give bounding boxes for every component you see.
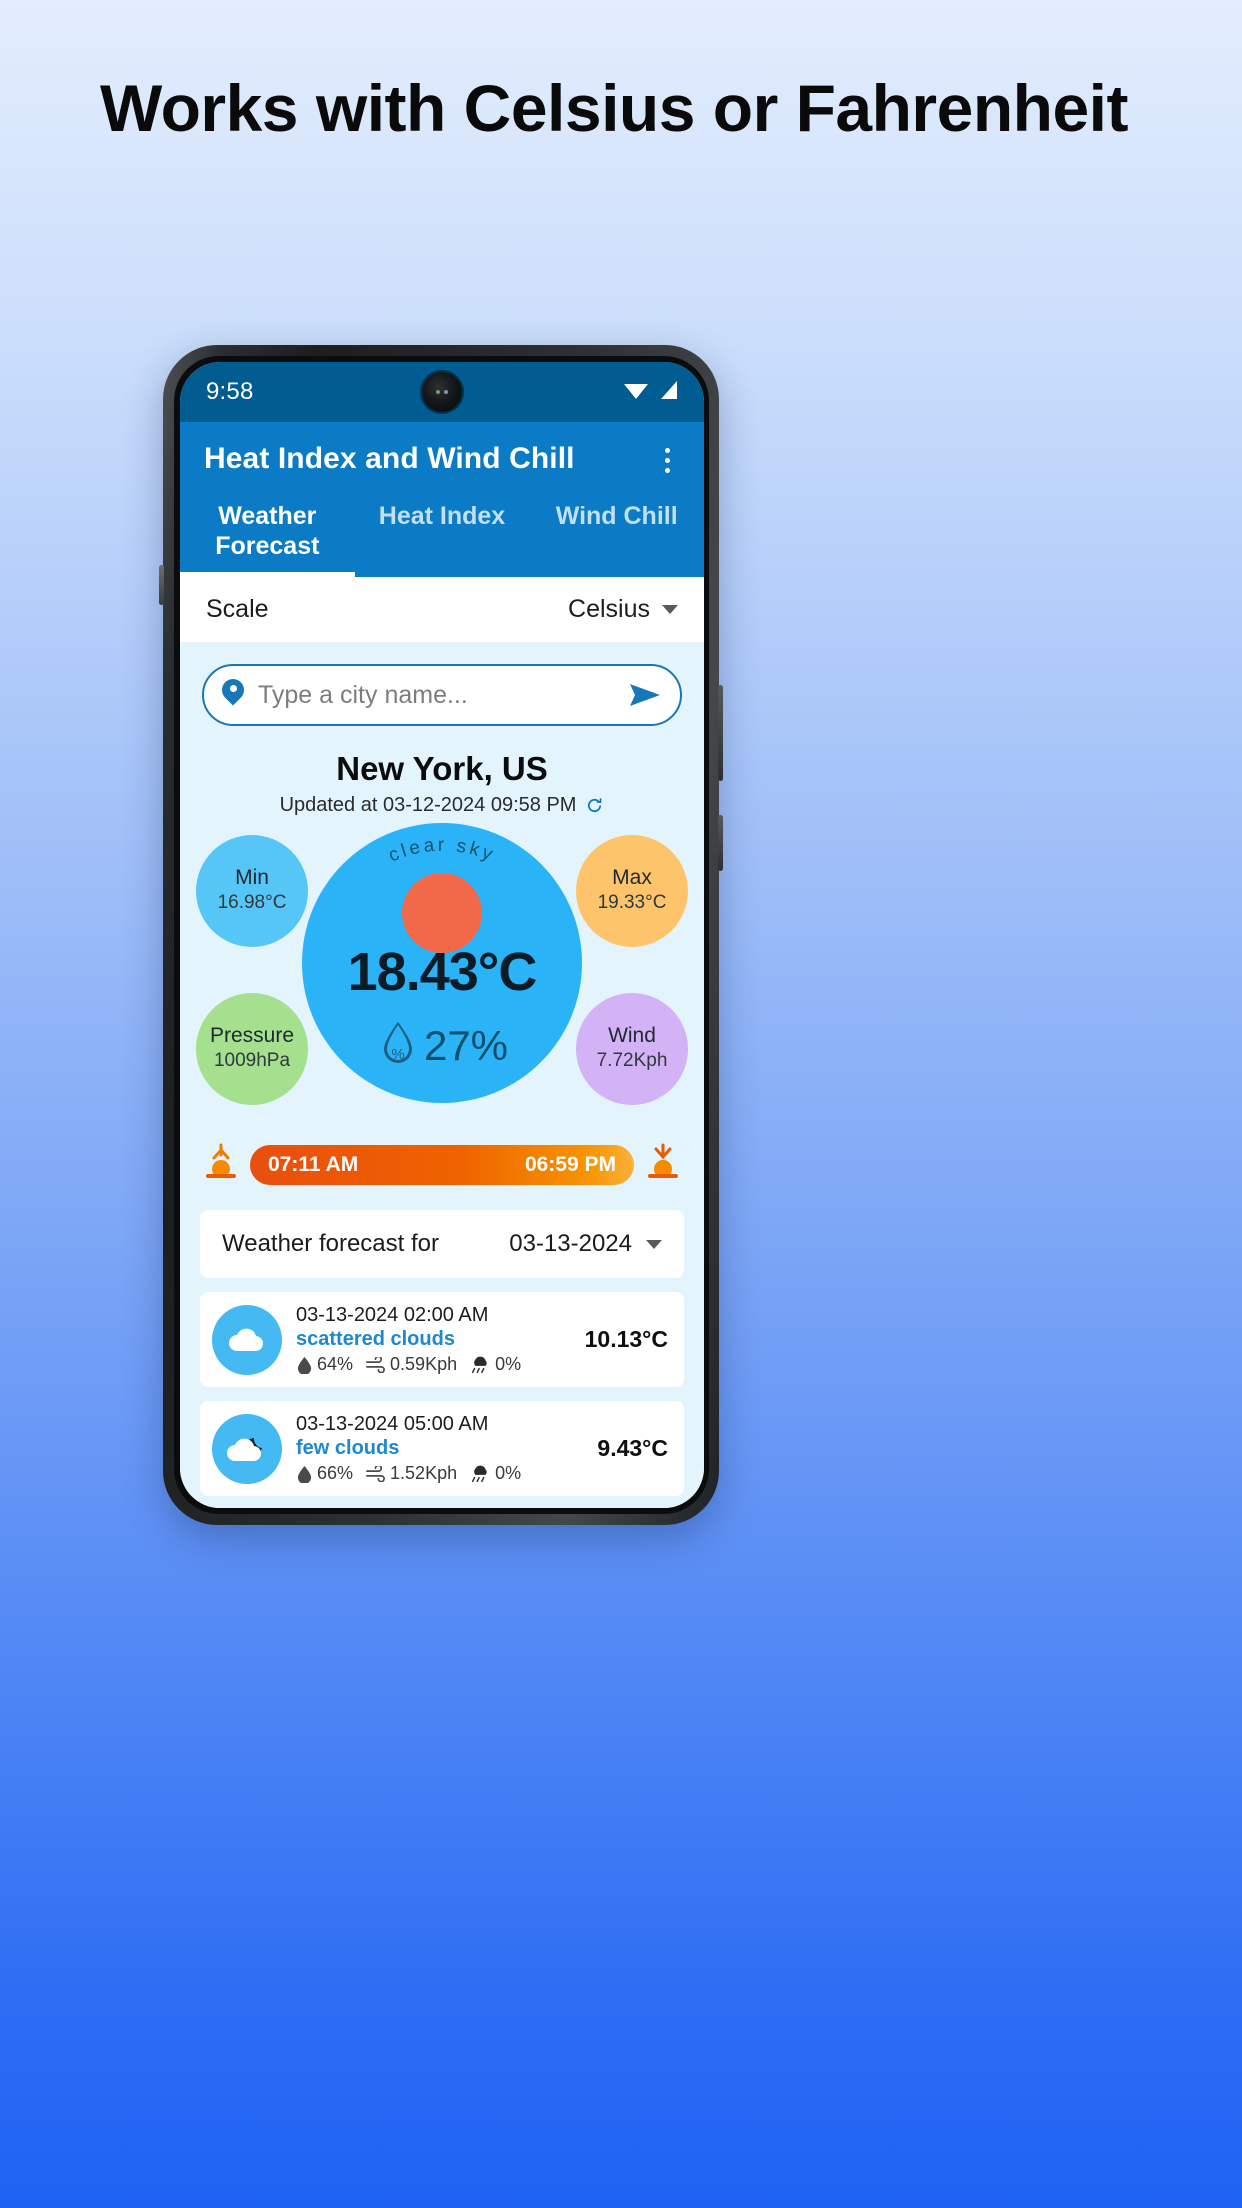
forecast-time: 03-13-2024 05:00 AM bbox=[296, 1413, 489, 1435]
bubble-min: Min 16.98°C bbox=[196, 835, 308, 947]
tab-bar: Weather Forecast Heat Index Wind Chill bbox=[180, 492, 704, 577]
page-headline: Works with Celsius or Fahrenheit bbox=[100, 71, 1128, 145]
forecast-humidity: 66% bbox=[296, 1463, 353, 1484]
left-side-button bbox=[159, 565, 164, 605]
app-bar: Heat Index and Wind Chill bbox=[180, 422, 704, 492]
forecast-humidity-value: 66% bbox=[317, 1463, 354, 1483]
bubble-pressure-value: 1009hPa bbox=[213, 1050, 291, 1072]
scale-label: Scale bbox=[206, 595, 269, 623]
sunset-icon bbox=[642, 1141, 684, 1188]
city-search-box[interactable]: Type a city name... bbox=[202, 664, 682, 726]
bubble-min-value: 16.98°C bbox=[217, 892, 287, 914]
forecast-rain-value: 0% bbox=[495, 1354, 522, 1374]
phone-bezel: 9:58 Heat Index and Wind Chill Weather F… bbox=[174, 356, 709, 1514]
tab-weather-forecast[interactable]: Weather Forecast bbox=[180, 492, 355, 577]
sunrise-icon bbox=[200, 1141, 242, 1188]
front-camera bbox=[422, 372, 462, 412]
refresh-icon[interactable] bbox=[585, 796, 604, 815]
forecast-temp: 9.43°C bbox=[597, 1435, 668, 1461]
forecast-temp: 10.13°C bbox=[584, 1326, 668, 1352]
tab-heat-index[interactable]: Heat Index bbox=[355, 492, 530, 577]
forecast-desc: scattered clouds bbox=[296, 1328, 455, 1350]
app-title: Heat Index and Wind Chill bbox=[204, 442, 575, 475]
scale-row: Scale Celsius bbox=[180, 577, 704, 642]
search-input[interactable]: Type a city name... bbox=[258, 681, 616, 710]
status-icons bbox=[622, 379, 680, 406]
wind-icon bbox=[366, 1356, 385, 1373]
forecast-humidity-value: 64% bbox=[317, 1354, 354, 1374]
status-bar: 9:58 bbox=[180, 362, 704, 422]
volume-button bbox=[718, 685, 723, 781]
forecast-selector-value: 03-13-2024 bbox=[509, 1230, 632, 1257]
scale-dropdown[interactable]: Celsius bbox=[568, 595, 678, 624]
table-row[interactable]: 03-13-2024 02:00 AM scattered clouds 64%… bbox=[200, 1292, 684, 1387]
send-icon[interactable] bbox=[628, 681, 662, 709]
svg-text:clear sky: clear sky bbox=[386, 835, 499, 867]
cloud-icon bbox=[212, 1304, 282, 1375]
bubble-wind-value: 7.72Kph bbox=[596, 1050, 668, 1072]
bubble-max-value: 19.33°C bbox=[597, 892, 667, 914]
location-pin-icon bbox=[220, 678, 246, 712]
sunset-time: 06:59 PM bbox=[524, 1152, 616, 1176]
current-weather-cluster: Min 16.98°C Max 19.33°C Pressure 1009hPa… bbox=[180, 823, 704, 1123]
updated-text: Updated at 03-12-2024 09:58 PM bbox=[279, 794, 577, 816]
humidity-icon bbox=[297, 1465, 312, 1483]
forecast-wind: 1.52Kph bbox=[365, 1463, 457, 1484]
rain-icon bbox=[472, 1356, 487, 1373]
svg-text:%: % bbox=[391, 1046, 404, 1063]
humidity-drop-icon: % bbox=[376, 1019, 420, 1072]
forecast-humidity: 64% bbox=[296, 1354, 353, 1375]
forecast-selector-label: Weather forecast for bbox=[222, 1230, 439, 1257]
humidity-row: % 27% bbox=[302, 1019, 582, 1072]
wind-icon bbox=[366, 1465, 385, 1482]
power-button bbox=[718, 815, 723, 871]
forecast-rain-value: 0% bbox=[495, 1463, 522, 1483]
table-row[interactable]: 03-13-2024 05:00 AM few clouds 66% 1.52K… bbox=[200, 1401, 684, 1496]
forecast-wind-value: 1.52Kph bbox=[390, 1463, 458, 1483]
forecast-time: 03-13-2024 02:00 AM bbox=[296, 1304, 489, 1326]
bubble-pressure: Pressure 1009hPa bbox=[196, 993, 308, 1105]
bubble-wind: Wind 7.72Kph bbox=[576, 993, 688, 1105]
more-vert-icon[interactable] bbox=[652, 442, 682, 473]
forecast-list: 03-13-2024 02:00 AM scattered clouds 64%… bbox=[180, 1292, 704, 1508]
phone-mockup: 9:58 Heat Index and Wind Chill Weather F… bbox=[159, 345, 723, 1525]
rain-icon bbox=[472, 1465, 487, 1482]
weather-content: Type a city name... New York, US Updated… bbox=[180, 642, 704, 1508]
humidity-icon bbox=[297, 1356, 312, 1374]
updated-row: Updated at 03-12-2024 09:58 PM bbox=[180, 794, 704, 817]
signal-icon bbox=[658, 379, 680, 406]
bubble-max: Max 19.33°C bbox=[576, 835, 688, 947]
forecast-wind: 0.59Kph bbox=[365, 1354, 457, 1375]
sun-times-row: 07:11 AM 06:59 PM bbox=[180, 1141, 704, 1188]
tab-wind-chill[interactable]: Wind Chill bbox=[529, 492, 704, 577]
humidity-value: 27% bbox=[423, 1021, 509, 1069]
bubble-max-label: Max bbox=[612, 866, 652, 890]
search-section: Type a city name... bbox=[180, 642, 704, 726]
main-temperature-dial: clear sky 18.43°C % 27% bbox=[302, 823, 582, 1103]
forecast-rain: 0% bbox=[469, 1354, 521, 1375]
current-temperature: 18.43°C bbox=[347, 942, 538, 1002]
bubble-wind-label: Wind bbox=[608, 1024, 656, 1048]
cloud-moon-icon bbox=[212, 1413, 282, 1484]
bubble-min-label: Min bbox=[235, 866, 269, 890]
wifi-icon bbox=[622, 379, 650, 406]
scale-selected-value: Celsius bbox=[568, 595, 650, 623]
forecast-rain: 0% bbox=[469, 1463, 521, 1484]
chevron-down-icon bbox=[662, 605, 678, 614]
forecast-desc: few clouds bbox=[296, 1437, 400, 1459]
bubble-pressure-label: Pressure bbox=[209, 1024, 295, 1048]
sunrise-time: 07:11 AM bbox=[268, 1152, 359, 1176]
daylight-bar: 07:11 AM 06:59 PM bbox=[250, 1144, 634, 1185]
city-name: New York, US bbox=[336, 750, 548, 787]
home-indicator[interactable] bbox=[347, 1489, 537, 1496]
forecast-date-selector[interactable]: Weather forecast for 03-13-2024 bbox=[200, 1210, 684, 1278]
phone-screen: 9:58 Heat Index and Wind Chill Weather F… bbox=[180, 362, 704, 1508]
status-time: 9:58 bbox=[206, 378, 254, 405]
chevron-down-icon bbox=[646, 1239, 662, 1249]
forecast-wind-value: 0.59Kph bbox=[390, 1354, 458, 1374]
